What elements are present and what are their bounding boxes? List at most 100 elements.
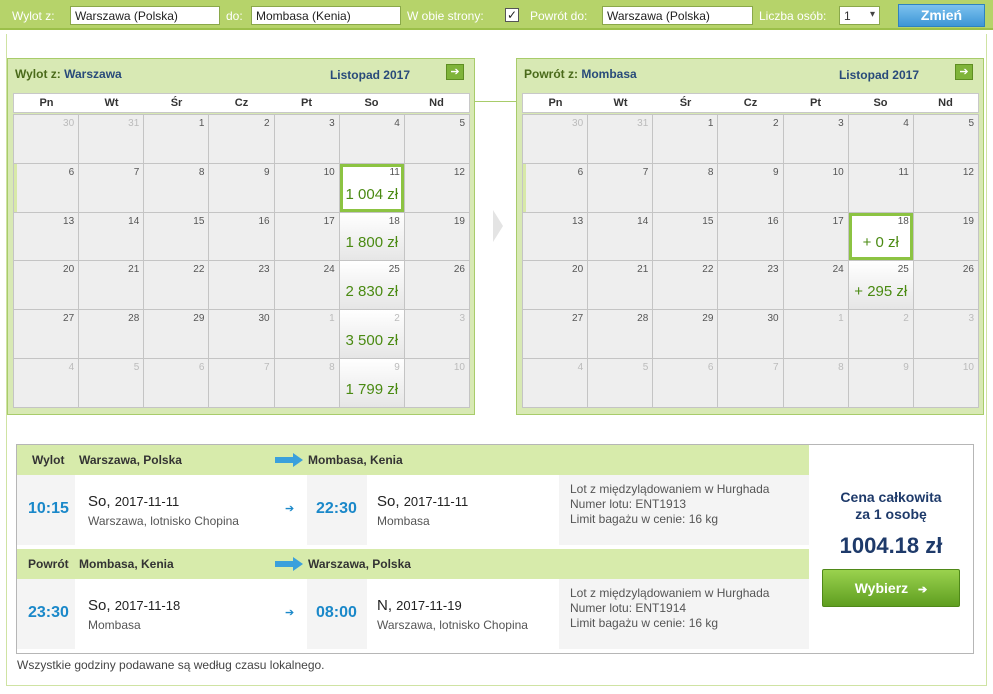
calendar-day: 6 <box>14 163 79 212</box>
day-number: 15 <box>193 215 205 227</box>
return-field[interactable]: Warszawa (Polska) <box>602 6 753 25</box>
calendar-day: 4 <box>848 115 913 163</box>
outbound-arrival-day: So, <box>377 493 400 510</box>
return-leg-details: 23:30 So, 2017-11-18 Mombasa ➔ 08:00 N, … <box>17 579 809 649</box>
day-number: 8 <box>707 166 714 178</box>
day-number: 2 <box>903 313 909 325</box>
calendar-day: 31 <box>588 115 653 163</box>
return-departure-place: Mombasa <box>88 618 141 632</box>
chevron-right-icon <box>493 210 503 242</box>
calendar-day: 16 <box>209 212 274 261</box>
next-month-icon[interactable]: ➔ <box>955 64 973 80</box>
calendar-day: 29 <box>653 310 718 359</box>
outbound-arrival-time: 22:30 <box>316 500 357 517</box>
day-number: 31 <box>128 118 140 129</box>
outbound-month: Listopad 2017 <box>329 68 410 82</box>
calendar-day-available[interactable]: 25 + 295 zł <box>848 261 913 310</box>
calendar-day-available[interactable]: 9 1 799 zł <box>339 359 404 407</box>
change-search-button[interactable]: Zmień <box>898 4 985 27</box>
day-number: 13 <box>572 215 584 227</box>
return-leg-header: Powrót Mombasa, Kenia Warszawa, Polska <box>17 549 809 579</box>
calendar-day: 8 <box>144 163 209 212</box>
calendar-day: 28 <box>79 310 144 359</box>
day-number: 6 <box>707 362 714 374</box>
day-price: 3 500 zł <box>345 332 399 350</box>
select-flight-label: Wybierz <box>854 580 909 596</box>
day-number: 8 <box>329 362 335 374</box>
calendar-day-available[interactable]: 2 3 500 zł <box>339 310 404 359</box>
day-number: 2 <box>264 118 270 129</box>
day-number: 25 <box>897 264 909 276</box>
return-departure-box <box>75 579 307 649</box>
calendar-day: 17 <box>274 212 339 261</box>
route-arrow-icon <box>275 557 303 571</box>
from-field[interactable]: Warszawa (Polska) <box>70 6 220 25</box>
calendar-day: 13 <box>523 212 588 261</box>
day-number: 9 <box>394 362 400 374</box>
calendar-day-available[interactable]: 18 1 800 zł <box>339 212 404 261</box>
select-flight-button[interactable]: Wybierz ➔ <box>822 569 960 607</box>
return-title-prefix: Powrót z: <box>524 67 578 81</box>
weekday-header: Śr <box>170 97 183 109</box>
calendar-day-available[interactable]: 25 2 830 zł <box>339 261 404 310</box>
day-number: 2 <box>773 118 779 129</box>
to-label: do: <box>226 9 243 23</box>
day-price: + 0 zł <box>862 234 899 252</box>
day-number: 13 <box>63 215 75 227</box>
day-number: 11 <box>389 166 400 178</box>
outbound-arrival-box <box>367 475 559 545</box>
day-number: 27 <box>63 313 75 325</box>
calendar-day: 3 <box>913 310 978 359</box>
calendar-day: 9 <box>718 163 783 212</box>
return-departure-date-value: 2017-11-18 <box>114 598 181 613</box>
outbound-calendar-title: Wylot z: Warszawa <box>15 67 122 81</box>
day-number: 6 <box>198 362 205 374</box>
day-number: 9 <box>903 362 909 374</box>
calendar-day: 30 <box>209 310 274 359</box>
outbound-departure-box <box>75 475 307 545</box>
day-price: 1 004 zł <box>345 185 399 203</box>
outbound-leg-from: Warszawa, Polska <box>79 453 182 467</box>
calendar-day: 4 <box>523 359 588 407</box>
day-number: 4 <box>577 362 584 374</box>
to-field[interactable]: Mombasa (Kenia) <box>251 6 401 25</box>
calendar-day-available[interactable]: 11 1 004 zł <box>339 163 404 212</box>
outbound-arrival-date-value: 2017-11-11 <box>403 494 469 509</box>
calendar-day: 12 <box>404 163 469 212</box>
calendar-day: 6 <box>653 359 718 407</box>
day-number: 30 <box>63 118 75 129</box>
roundtrip-checkbox[interactable]: ✓ <box>505 8 519 22</box>
return-arrival-place: Warszawa, lotnisko Chopina <box>377 618 528 632</box>
return-leg-to: Warszawa, Polska <box>308 557 411 571</box>
calendar-day: 8 <box>783 359 848 407</box>
day-price: 2 830 zł <box>345 283 399 301</box>
persons-select[interactable]: 1 ▾ <box>839 6 880 25</box>
return-departure-time: 23:30 <box>28 604 69 621</box>
calendar-day: 4 <box>14 359 79 407</box>
return-weekdays: Pn Wt Śr Cz Pt So Nd <box>522 93 979 113</box>
weekday-header: Wt <box>104 97 119 109</box>
day-number: 21 <box>637 264 649 276</box>
day-number: 7 <box>133 166 140 178</box>
calendar-day: 24 <box>783 261 848 310</box>
price-caption-line2: za 1 osobę <box>855 506 927 522</box>
next-month-icon[interactable]: ➔ <box>446 64 464 80</box>
calendar-day: 20 <box>14 261 79 310</box>
weekday-header: Pn <box>39 97 54 109</box>
day-number: 5 <box>459 118 465 129</box>
outbound-days-grid: 30 31 1 2 3 4 5 6 7 8 9 10 11 1 004 zł 12 13 14 15 16 17 18 1… <box>13 114 470 408</box>
search-bar: Wylot z: Warszawa (Polska) do: Mombasa (… <box>0 0 993 30</box>
day-number: 6 <box>577 166 584 178</box>
calendar-day: 30 <box>14 115 79 163</box>
weekday-header: So <box>364 97 379 109</box>
day-number: 23 <box>258 264 270 276</box>
return-arrival-day: N, <box>377 597 392 614</box>
day-number: 19 <box>962 215 974 227</box>
day-price: 1 799 zł <box>345 380 399 398</box>
day-number: 11 <box>898 166 909 178</box>
return-label: Powrót do: <box>530 9 588 23</box>
booking-page: Wylot z: Warszawa (Polska) do: Mombasa (… <box>0 0 993 694</box>
return-calendar-title: Powrót z: Mombasa <box>524 67 637 81</box>
calendar-day-available[interactable]: 18 + 0 zł <box>848 212 913 261</box>
day-number: 12 <box>453 166 465 178</box>
